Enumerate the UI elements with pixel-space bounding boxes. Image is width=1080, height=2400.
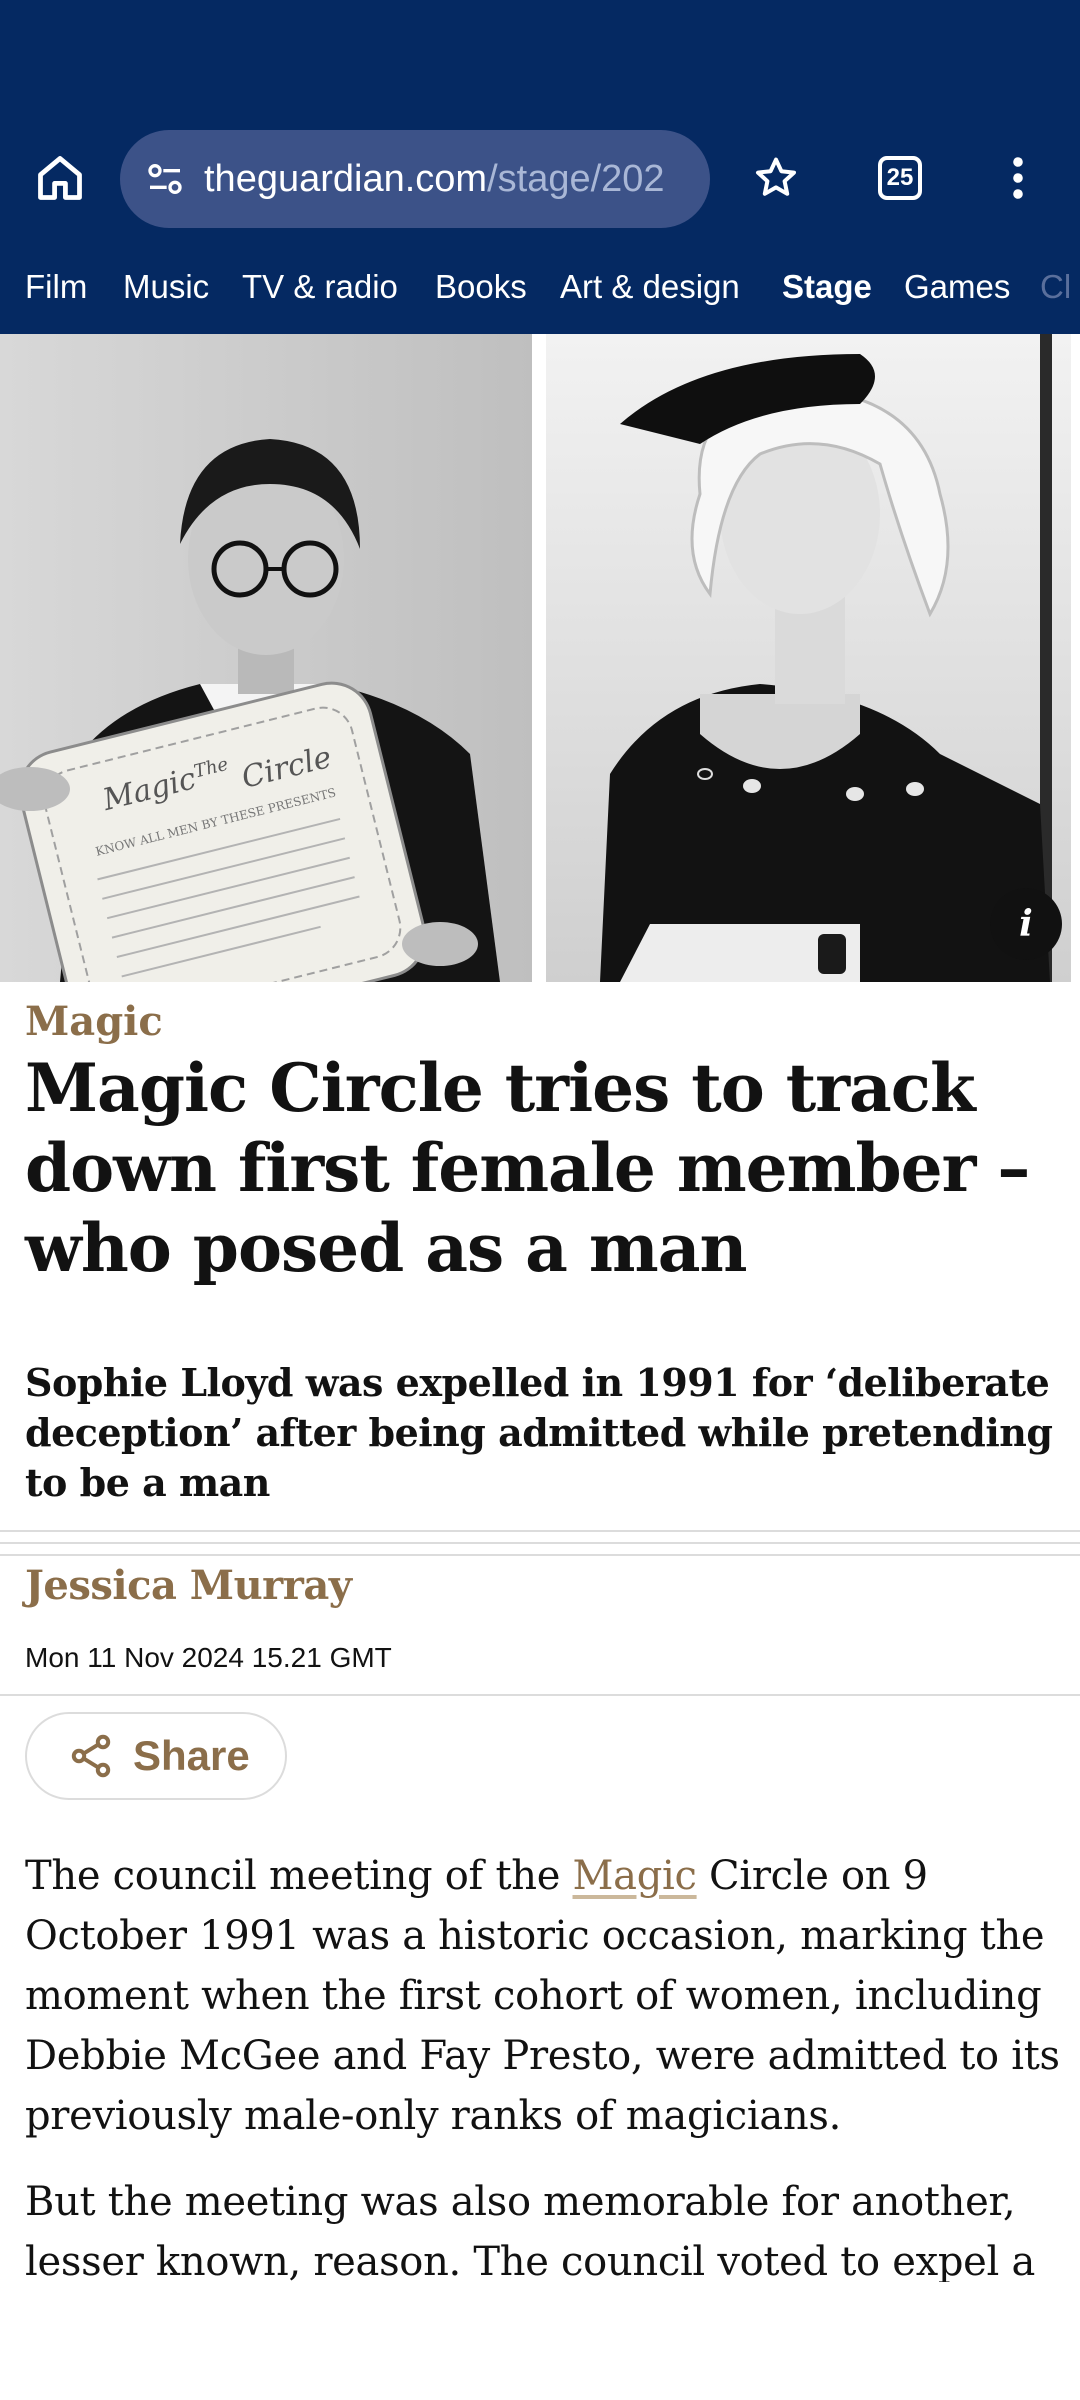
- image-info-button[interactable]: i: [990, 888, 1062, 960]
- more-menu-button[interactable]: [980, 140, 1056, 216]
- divider: [0, 1542, 1080, 1544]
- divider: [0, 1530, 1080, 1532]
- hero-photo: Magic The Circle KNOW ALL MEN BY THESE P…: [0, 334, 1071, 982]
- home-button[interactable]: [22, 140, 98, 216]
- section-kicker[interactable]: Magic: [25, 998, 163, 1045]
- star-outline-icon: [756, 157, 796, 196]
- divider: [0, 1694, 1080, 1696]
- address-bar[interactable]: theguardian.com/stage/202: [120, 130, 710, 228]
- url-domain: theguardian.com: [204, 157, 488, 200]
- tab-switcher-button[interactable]: 25: [862, 140, 938, 216]
- magic-link[interactable]: Magic: [573, 1853, 697, 1899]
- url-path: /stage/202: [487, 157, 665, 200]
- share-button[interactable]: Share: [25, 1712, 287, 1800]
- section-nav: Film Music TV & radio Books Art & design…: [0, 250, 1080, 334]
- site-settings-icon[interactable]: [140, 154, 190, 204]
- standfirst: Sophie Lloyd was expelled in 1991 for ‘d…: [25, 1360, 1053, 1505]
- bookmark-button[interactable]: [738, 140, 814, 216]
- byline[interactable]: Jessica Murray: [25, 1562, 352, 1609]
- nav-item-stage[interactable]: Stage: [782, 268, 872, 306]
- home-icon: [38, 156, 82, 200]
- nav-item-books[interactable]: Books: [435, 268, 527, 306]
- body-paragraph: The council meeting of the Magic Circle …: [25, 1846, 1060, 2146]
- nav-item-tv-radio[interactable]: TV & radio: [242, 268, 398, 306]
- url-text: theguardian.com/stage/202: [204, 158, 665, 201]
- hero-image: Magic The Circle KNOW ALL MEN BY THESE P…: [0, 334, 1080, 982]
- body-paragraph: But the meeting was also memorable for a…: [25, 2179, 1036, 2282]
- more-vert-icon: [1013, 157, 1023, 199]
- headline: Magic Circle tries to track down first f…: [25, 1049, 1030, 1287]
- nav-item-music[interactable]: Music: [123, 268, 209, 306]
- nav-item-clipped[interactable]: Cl: [1040, 268, 1071, 306]
- dateline[interactable]: Mon 11 Nov 2024 15.21 GMT: [25, 1642, 392, 1674]
- tab-count: 25: [878, 156, 922, 200]
- nav-item-games[interactable]: Games: [904, 268, 1010, 306]
- nav-item-art-design[interactable]: Art & design: [560, 268, 740, 306]
- para-text: The council meeting of the: [25, 1853, 573, 1899]
- divider: [0, 1554, 1080, 1556]
- browser-toolbar: theguardian.com/stage/202 25: [0, 0, 1080, 250]
- nav-item-film[interactable]: Film: [25, 268, 87, 306]
- share-icon: [65, 1730, 117, 1782]
- share-label: Share: [133, 1732, 250, 1779]
